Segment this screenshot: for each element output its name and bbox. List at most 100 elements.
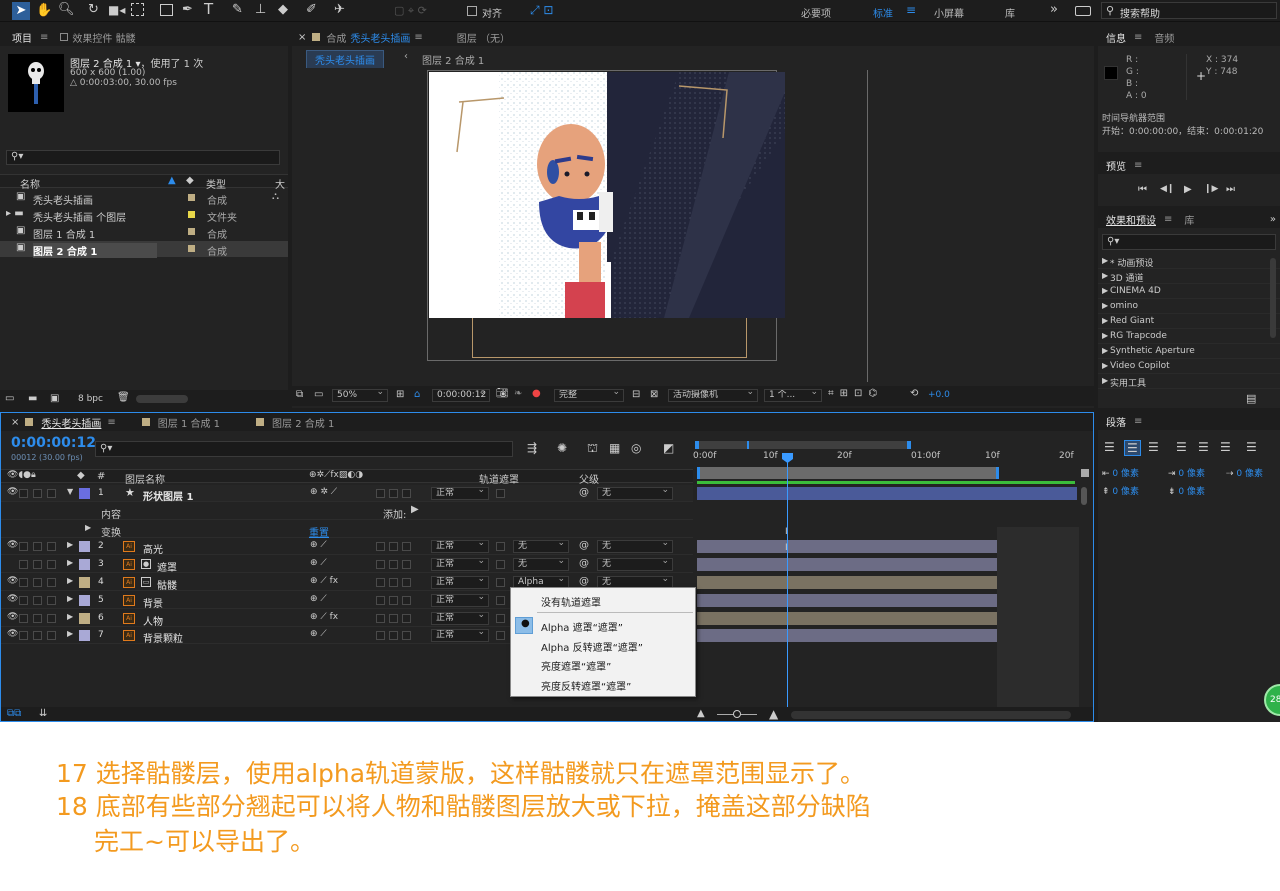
preserve-transparency-box[interactable]	[496, 578, 505, 587]
preserve-transparency-box[interactable]	[496, 595, 505, 605]
footer-toggle-icons[interactable]: ⧉⧉	[7, 708, 21, 719]
prev-frame-icon[interactable]: ◀❙	[1160, 184, 1174, 194]
layer-label-color[interactable]	[79, 612, 90, 624]
effects-category-item[interactable]: ▶ CINEMA 4D	[1098, 285, 1280, 299]
visibility-eye-icon[interactable]: 👁︎	[7, 576, 18, 586]
layer-switch-box[interactable]	[376, 560, 385, 570]
expand-layer-icon[interactable]: ▶	[67, 629, 73, 638]
effects-menu-icon[interactable]: ≡	[1164, 214, 1172, 225]
layer-name[interactable]: 人物	[143, 613, 163, 628]
col-parent[interactable]: 父级	[579, 471, 599, 486]
layer-switch-box[interactable]	[402, 489, 411, 498]
color-channel-icon[interactable]: ●	[532, 388, 541, 399]
layer-switch-box[interactable]	[376, 595, 385, 605]
effects-category-item[interactable]: ▶ omino	[1098, 300, 1280, 314]
layer-label-color[interactable]	[79, 594, 90, 606]
timeline-h-scrollbar[interactable]	[791, 711, 1071, 719]
work-area-nav[interactable]	[695, 441, 911, 449]
bpc-label[interactable]: 8 bpc	[78, 394, 103, 404]
visibility-eye-icon[interactable]: 👁︎	[7, 540, 18, 550]
effects-more-icon[interactable]: »	[1270, 214, 1276, 225]
layer-switch-box[interactable]	[402, 631, 411, 641]
collapse-switch-icon[interactable]: ⊕ ⟋ fx	[310, 612, 338, 622]
effects-category-item[interactable]: ▶ RG Trapcode	[1098, 330, 1280, 344]
preserve-transparency-box[interactable]	[496, 542, 505, 552]
layer-switch-box[interactable]	[376, 578, 385, 587]
tab-audio[interactable]: 音频	[1148, 30, 1180, 45]
frame-blending-icon[interactable]: ▦	[609, 441, 620, 455]
justify-center-icon[interactable]: ☰	[1198, 440, 1209, 454]
new-composition-icon[interactable]: ▣	[50, 393, 59, 404]
blend-mode-select[interactable]: 正常	[431, 593, 489, 607]
always-preview-icon[interactable]: ⧉	[296, 389, 303, 400]
align-center-icon[interactable]: ☰	[1124, 440, 1141, 456]
info-menu-icon[interactable]: ≡	[1134, 32, 1142, 43]
layer-switch-box[interactable]	[376, 613, 385, 623]
label-color-swatch[interactable]	[188, 194, 195, 201]
blend-mode-select[interactable]: 正常	[431, 558, 489, 572]
indent-first[interactable]: ⇢ 0 像素	[1226, 466, 1263, 479]
layer-switch-box[interactable]	[19, 542, 28, 552]
expand-layer-icon[interactable]: ▶	[67, 594, 73, 603]
views-select[interactable]: 1 个...	[764, 389, 822, 402]
layer-switch-box[interactable]	[389, 613, 398, 623]
toggle-mask-icon[interactable]: ⊠	[650, 389, 658, 400]
col-size-header[interactable]: 大	[275, 176, 285, 191]
exposure-value[interactable]: +0.0	[928, 390, 950, 400]
expand-layer-icon[interactable]: ▶	[67, 540, 73, 549]
justify-right-icon[interactable]: ☰	[1220, 440, 1231, 454]
layer-switch-box[interactable]	[402, 560, 411, 570]
draft-3d-icon[interactable]: ✺	[557, 441, 567, 455]
layer-row[interactable]: 👁︎ ▼ 1 ★ 形状图层 1 ⊕ ✲ ⟋ 正常 @ 无	[1, 485, 693, 503]
effects-category-item[interactable]: ▶ 3D 通道	[1098, 270, 1280, 284]
camera-tool-icon[interactable]: ■◂	[108, 3, 125, 17]
hand-tool-icon[interactable]: ✋	[36, 3, 52, 18]
workspace-switch-icon[interactable]	[1075, 6, 1091, 16]
effects-category-item[interactable]: ▶ Video Copilot	[1098, 360, 1280, 374]
workspace-library[interactable]: 库	[1005, 5, 1015, 20]
effects-category-item[interactable]: ▶ * 动画预设	[1098, 255, 1280, 269]
layer-duration-bar[interactable]	[697, 487, 1077, 500]
menu-item-alpha-inverted[interactable]: Alpha 反转遮罩“遮罩”	[541, 639, 643, 654]
project-list-item[interactable]: ▣ 图层 2 合成 1 合成	[0, 241, 288, 258]
tab-info[interactable]: 信息	[1098, 30, 1132, 45]
tab-project[interactable]: 项目	[0, 30, 38, 45]
mask-visibility-icon[interactable]: ⌂	[414, 389, 420, 400]
interpret-footage-icon[interactable]: ▭	[5, 393, 14, 404]
project-list-item[interactable]: ▣ 图层 1 合成 1 合成	[0, 224, 288, 241]
snap-options-icon[interactable]: ⤢ ⊡	[530, 3, 553, 18]
blend-mode-select[interactable]: 正常	[431, 487, 489, 500]
collapse-switch-icon[interactable]: ⊕ ⟋	[310, 629, 327, 639]
align-right-icon[interactable]: ☰	[1148, 440, 1159, 454]
zoom-out-icon[interactable]: ▲	[697, 708, 705, 719]
zoom-tool-icon[interactable]: 🔍︎	[58, 2, 75, 17]
collapse-switch-icon[interactable]: ⊕ ⟋	[310, 558, 327, 568]
project-list-item[interactable]: ▣ 秃头老头插画 合成 ⛬	[0, 190, 288, 207]
effects-category-item[interactable]: ▶ Red Giant	[1098, 315, 1280, 329]
layer-name[interactable]: 骷髅	[157, 577, 177, 592]
space-before[interactable]: ⇞ 0 像素	[1102, 484, 1139, 497]
last-frame-icon[interactable]: ⏭	[1226, 184, 1235, 195]
search-help-field[interactable]: ⚲ 搜索帮助	[1101, 2, 1277, 20]
show-snapshot-icon[interactable]: ❧	[514, 388, 522, 399]
layer-content-row[interactable]: 内容 添加: ▶	[1, 503, 693, 521]
effects-search-input[interactable]: ⚲▾	[1102, 234, 1276, 250]
layer-name[interactable]: 背景颗粒	[143, 630, 183, 645]
preview-menu-icon[interactable]: ≡	[1134, 160, 1142, 171]
blend-mode-select[interactable]: 正常	[431, 576, 489, 589]
reset-transform-link[interactable]: 重置	[309, 524, 329, 539]
tab-timeline-layer2[interactable]: 图层 2 合成 1	[268, 415, 338, 430]
preserve-transparency-box[interactable]	[496, 631, 505, 641]
expand-layer-icon[interactable]: ▶	[67, 576, 73, 585]
visibility-eye-icon[interactable]: 👁︎	[7, 612, 18, 622]
camera-select[interactable]: 活动摄像机	[668, 389, 758, 402]
collapse-switch-icon[interactable]: ⊕ ✲ ⟋	[310, 487, 337, 497]
layer-switch-box[interactable]	[47, 613, 56, 623]
layer-name[interactable]: 背景	[143, 595, 163, 610]
workspace-essentials[interactable]: 必要项	[801, 5, 831, 20]
layer-label-color[interactable]	[79, 541, 90, 553]
clone-stamp-tool-icon[interactable]: ⊥	[255, 2, 266, 17]
expand-layer-icon[interactable]: ▼	[67, 487, 73, 496]
effects-category-item[interactable]: ▶ Synthetic Aperture	[1098, 345, 1280, 359]
tab-timeline-layer1[interactable]: 图层 1 合成 1	[154, 415, 224, 430]
